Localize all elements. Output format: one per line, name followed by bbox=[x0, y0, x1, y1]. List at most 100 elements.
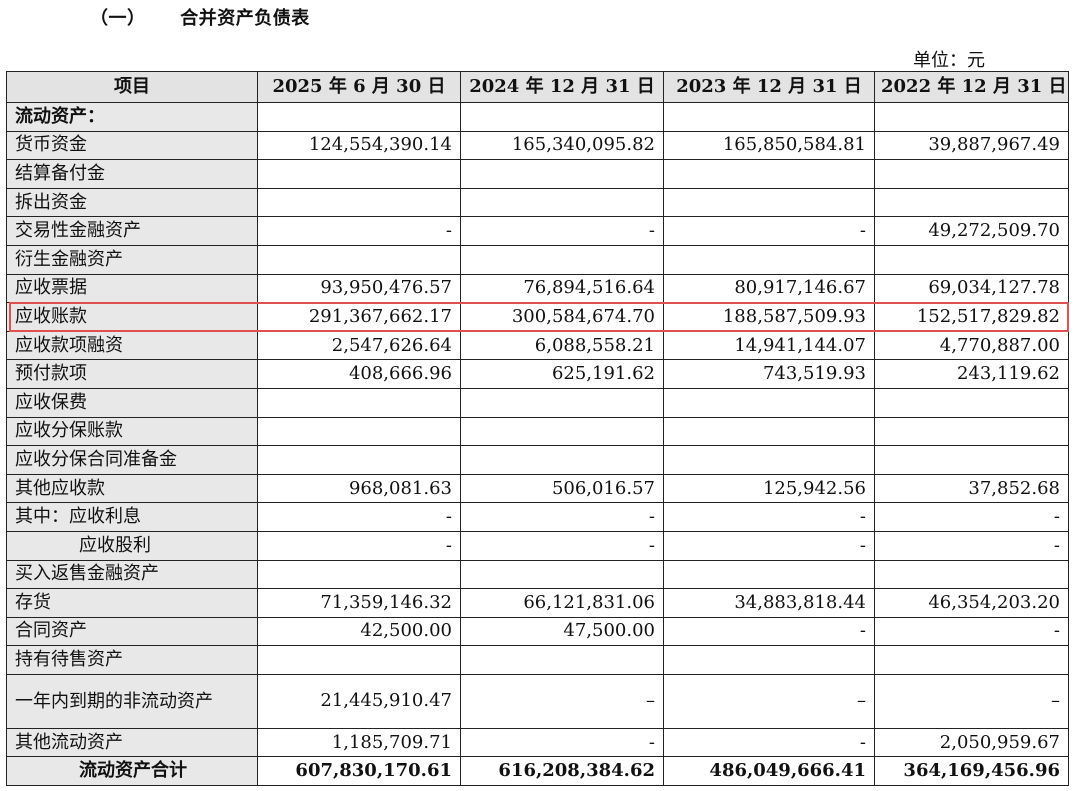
value-cell bbox=[663, 645, 875, 675]
column-header: 2024 年 12 月 31 日 bbox=[460, 71, 664, 103]
table-row: 买入返售金融资产 bbox=[6, 559, 1069, 590]
table-row: 其他应收款 968,081.63 506,016.57 125,942.56 37,85… bbox=[6, 473, 1069, 504]
row-label: 货币资金 bbox=[6, 130, 258, 161]
section-number: （一） bbox=[90, 8, 146, 29]
value-cell bbox=[663, 387, 875, 418]
value-cell bbox=[874, 416, 1069, 447]
value-cell bbox=[874, 244, 1069, 275]
row-label: 流动资产： bbox=[6, 102, 258, 132]
row-label: 交易性金融资产 bbox=[6, 216, 258, 246]
value-cell: 93,950,476.57 bbox=[257, 273, 461, 304]
value-cell: 243,119.62 bbox=[874, 359, 1069, 389]
row-label: 拆出资金 bbox=[6, 187, 258, 218]
value-cell bbox=[460, 244, 664, 275]
value-cell: 625,191.62 bbox=[460, 359, 664, 389]
value-cell bbox=[257, 387, 461, 418]
value-cell: 165,850,584.81 bbox=[663, 130, 875, 161]
row-label: 其他流动资产 bbox=[6, 727, 258, 758]
table-row: 存货 71,359,146.32 66,121,831.06 34,883,818.4… bbox=[6, 588, 1069, 618]
value-cell bbox=[257, 244, 461, 275]
value-cell bbox=[874, 187, 1069, 218]
balance-sheet-table: 项目 2025 年 6 月 30 日 2024 年 12 月 31 日 2023… bbox=[6, 71, 1069, 787]
value-cell: 486,049,666.41 bbox=[663, 756, 875, 787]
row-label: 应收分保账款 bbox=[6, 416, 258, 447]
value-cell bbox=[257, 445, 461, 475]
table-row: 应收保费 bbox=[6, 387, 1069, 418]
table-row: 应收票据 93,950,476.57 76,894,516.64 80,917,146… bbox=[6, 273, 1069, 304]
value-cell: 4,770,887.00 bbox=[874, 330, 1069, 361]
value-cell: 14,941,144.07 bbox=[663, 330, 875, 361]
value-cell: 165,340,095.82 bbox=[460, 130, 664, 161]
value-cell bbox=[874, 387, 1069, 418]
value-cell: 80,917,146.67 bbox=[663, 273, 875, 304]
value-cell bbox=[460, 645, 664, 675]
value-cell: – bbox=[460, 673, 664, 729]
value-cell: 124,554,390.14 bbox=[257, 130, 461, 161]
value-cell: 616,208,384.62 bbox=[460, 756, 664, 787]
value-cell: - bbox=[663, 727, 875, 758]
section-heading: （一） 合并资产负债表 bbox=[90, 4, 310, 30]
table-row: 其他流动资产 1,185,709.71- -2,050,959.67 bbox=[6, 727, 1069, 758]
value-cell: - bbox=[663, 502, 875, 532]
value-cell: 34,883,818.44 bbox=[663, 588, 875, 618]
unit-label: 单位：元 bbox=[913, 50, 985, 71]
value-cell: 42,500.00 bbox=[257, 616, 461, 647]
row-label: 应收票据 bbox=[6, 273, 258, 304]
value-cell: 968,081.63 bbox=[257, 473, 461, 504]
row-label: 衍生金融资产 bbox=[6, 244, 258, 275]
value-cell bbox=[874, 645, 1069, 675]
value-cell bbox=[460, 387, 664, 418]
value-cell bbox=[663, 187, 875, 218]
column-header: 2025 年 6 月 30 日 bbox=[257, 71, 461, 103]
value-cell: - bbox=[663, 616, 875, 647]
value-cell: 71,359,146.32 bbox=[257, 588, 461, 618]
value-cell: - bbox=[257, 530, 461, 561]
value-cell: 47,500.00 bbox=[460, 616, 664, 647]
value-cell: 364,169,456.96 bbox=[874, 756, 1069, 787]
value-cell bbox=[460, 416, 664, 447]
value-cell bbox=[663, 445, 875, 475]
table-row: 一年内到期的非流动资产 21,445,910.47– – – bbox=[6, 673, 1069, 729]
value-cell: 1,185,709.71 bbox=[257, 727, 461, 758]
row-label: 应收账款 bbox=[6, 302, 258, 332]
value-cell: 21,445,910.47 bbox=[257, 673, 461, 729]
column-header: 2023 年 12 月 31 日 bbox=[663, 71, 875, 103]
value-cell bbox=[663, 159, 875, 189]
row-label: 其他应收款 bbox=[6, 473, 258, 504]
table-body: 流动资产： 货币资金 124,554,390.14 165,340,095.82 165… bbox=[6, 102, 1069, 787]
value-cell: - bbox=[460, 727, 664, 758]
value-cell: - bbox=[663, 216, 875, 246]
row-label: 预付款项 bbox=[6, 359, 258, 389]
row-label: 其中：应收利息 bbox=[6, 502, 258, 532]
row-label: 持有待售资产 bbox=[6, 645, 258, 675]
row-label: 存货 bbox=[6, 588, 258, 618]
page-title: 合并资产负债表 bbox=[180, 8, 310, 29]
value-cell: - bbox=[663, 530, 875, 561]
value-cell: - bbox=[257, 502, 461, 532]
value-cell: 408,666.96 bbox=[257, 359, 461, 389]
table-row: 应收款项融资 2,547,626.64 6,088,558.21 14,941,144… bbox=[6, 330, 1069, 361]
value-cell: - bbox=[257, 216, 461, 246]
table-row: 拆出资金 bbox=[6, 187, 1069, 218]
value-cell bbox=[460, 102, 664, 132]
value-cell: 2,050,959.67 bbox=[874, 727, 1069, 758]
value-cell bbox=[874, 559, 1069, 590]
row-label: 流动资产合计 bbox=[6, 756, 258, 787]
value-cell: - bbox=[460, 502, 664, 532]
value-cell bbox=[460, 559, 664, 590]
column-header: 2022 年 12 月 31 日 bbox=[874, 71, 1069, 103]
value-cell: - bbox=[874, 616, 1069, 647]
value-cell: 125,942.56 bbox=[663, 473, 875, 504]
table-row: 交易性金融资产 - - -49,272,509.70 bbox=[6, 216, 1069, 246]
value-cell: 46,354,203.20 bbox=[874, 588, 1069, 618]
value-cell: 39,887,967.49 bbox=[874, 130, 1069, 161]
table-row: 流动资产合计 607,830,170.61 616,208,384.62 486,04… bbox=[6, 756, 1069, 787]
value-cell: 2,547,626.64 bbox=[257, 330, 461, 361]
value-cell bbox=[460, 159, 664, 189]
table-row: 衍生金融资产 bbox=[6, 244, 1069, 275]
table-row: 预付款项 408,666.96 625,191.62 743,519.93 243,11… bbox=[6, 359, 1069, 389]
table-row: 应收账款 291,367,662.17 300,584,674.70 188,587,… bbox=[6, 302, 1069, 332]
value-cell bbox=[257, 187, 461, 218]
row-label: 买入返售金融资产 bbox=[6, 559, 258, 590]
row-label: 合同资产 bbox=[6, 616, 258, 647]
